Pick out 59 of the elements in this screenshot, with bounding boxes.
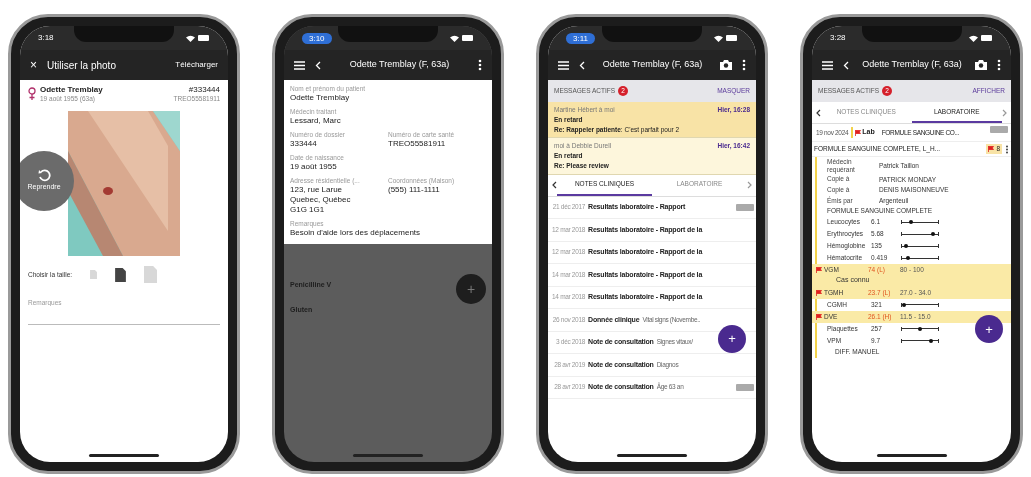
flag-icon: [816, 289, 822, 296]
menu-icon[interactable]: [558, 60, 569, 70]
field-value: 19 août 1955: [290, 162, 338, 172]
chevron-right-icon[interactable]: [1002, 108, 1007, 117]
add-button[interactable]: +: [718, 324, 746, 353]
field-value: 333444: [290, 139, 318, 149]
battery-icon: [462, 35, 474, 41]
status-time: 3:28: [830, 32, 846, 44]
back-icon[interactable]: [843, 60, 849, 70]
battery-icon: [981, 35, 993, 41]
flag-icon: [816, 313, 822, 320]
status-time: 3:18: [38, 32, 54, 44]
chevron-left-icon[interactable]: [816, 108, 821, 117]
field-value: Lessard, Marc: [290, 116, 342, 126]
wifi-icon: [186, 34, 195, 42]
more-icon[interactable]: [1005, 144, 1009, 154]
camera-icon[interactable]: [975, 60, 987, 70]
add-button[interactable]: +: [975, 315, 1003, 343]
document-icon[interactable]: [115, 267, 127, 282]
menu-icon[interactable]: [822, 60, 833, 70]
flag-icon: [988, 146, 995, 152]
female-icon: [28, 87, 36, 100]
flag-icon: [816, 267, 822, 273]
home-indicator: [353, 454, 423, 457]
field-value: Besoin d'aide lors des déplacements: [290, 228, 422, 238]
screen-title: Odette Tremblay (F, 63a): [348, 58, 451, 72]
battery-icon: [726, 35, 738, 41]
field-value: Odette Tremblay: [290, 93, 351, 103]
screen-title: Odette Tremblay (F, 63a): [601, 58, 704, 72]
back-icon[interactable]: [315, 60, 321, 70]
close-button[interactable]: ×: [30, 59, 37, 71]
more-icon[interactable]: [742, 59, 746, 71]
home-indicator: [89, 454, 159, 457]
wifi-icon: [969, 34, 978, 42]
more-icon[interactable]: [997, 59, 1001, 71]
home-indicator: [617, 454, 687, 457]
screen-title: Utiliser la photo: [47, 58, 117, 73]
retake-icon: [37, 169, 51, 183]
patient-name: Odette Tremblay: [40, 85, 104, 95]
battery-icon: [198, 35, 210, 41]
status-time: 3:10: [302, 32, 332, 44]
field-value: (555) 111-1111: [388, 185, 441, 195]
chevron-left-icon[interactable]: [552, 181, 557, 189]
back-icon[interactable]: [579, 60, 585, 70]
status-time: 3:11: [566, 32, 595, 44]
menu-icon[interactable]: [294, 60, 305, 70]
upload-button[interactable]: Télécharger: [175, 59, 218, 71]
screen-title: Odette Tremblay (F, 63a): [861, 58, 963, 72]
field-value: TREO55581911: [388, 139, 447, 149]
more-icon[interactable]: [478, 59, 482, 71]
chevron-right-icon[interactable]: [747, 181, 752, 189]
camera-icon[interactable]: [720, 60, 732, 70]
field-value: 123, rue Larue Quebec, Québec G1G 1G1: [290, 185, 352, 215]
add-button[interactable]: +: [456, 274, 486, 304]
file-number: #333444: [188, 85, 220, 95]
wifi-icon: [714, 34, 723, 42]
home-indicator: [876, 454, 947, 457]
flag-icon: [855, 129, 862, 136]
wifi-icon: [450, 34, 459, 42]
